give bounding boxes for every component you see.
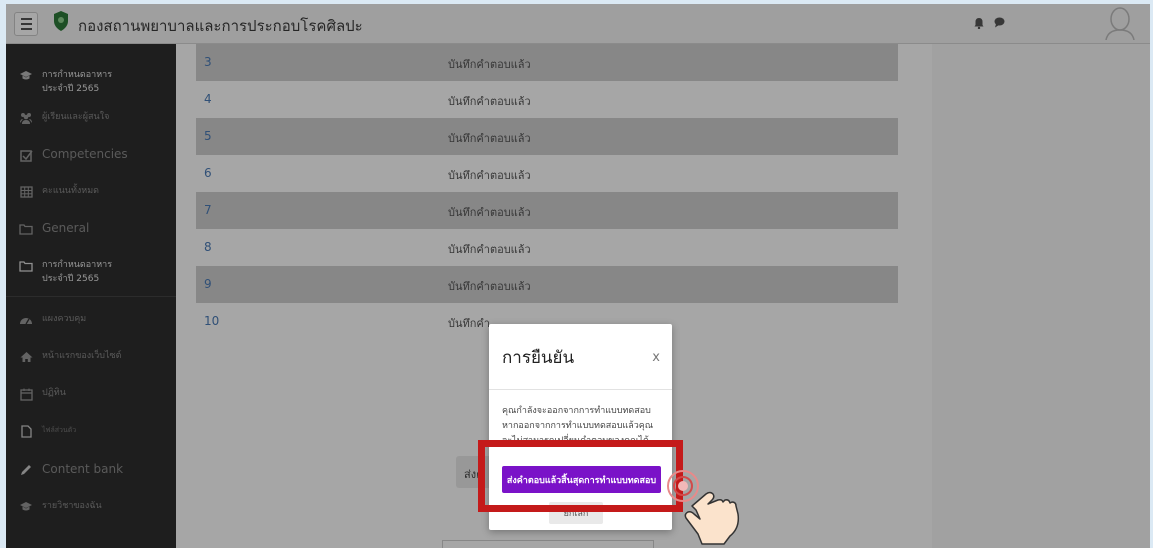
- dialog-title: การยืนยัน: [502, 348, 575, 368]
- close-icon[interactable]: x: [652, 350, 660, 365]
- pointing-hand-icon: [667, 470, 740, 545]
- app-frame: กองสถานพยาบาลและการประกอบโรคศิลปะ การกำห…: [6, 4, 1150, 548]
- dialog-divider: [489, 389, 672, 390]
